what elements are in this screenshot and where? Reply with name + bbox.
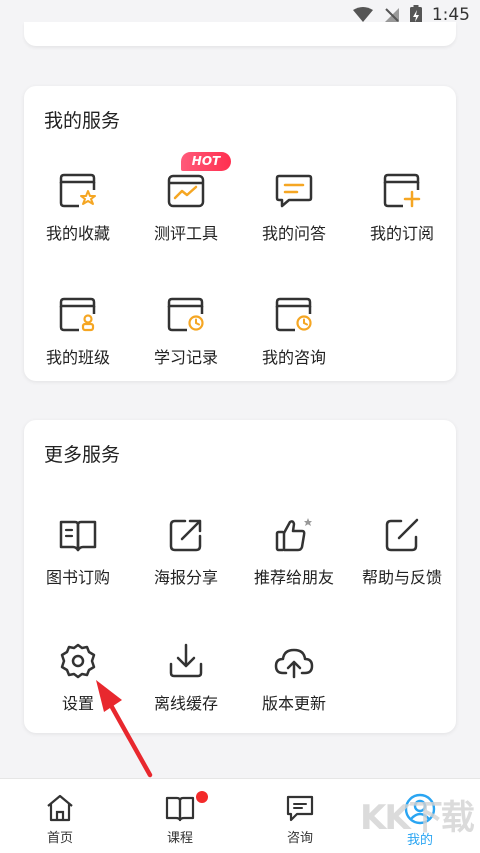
notification-dot — [196, 791, 208, 803]
tab-label: 课程 — [166, 831, 193, 846]
my-services-card: 我的服务 我的收藏 测评工具 我的问答 我的订阅 我的班级 学习记录 我的咨询 — [24, 86, 456, 381]
tab-label: 咨询 — [286, 831, 313, 846]
chat-icon — [286, 795, 314, 822]
wifi-icon — [352, 7, 373, 22]
hot-badge: HOT — [181, 152, 231, 171]
service-my-favorites[interactable]: 我的收藏 — [24, 172, 132, 244]
service-help-feedback[interactable]: 帮助与反馈 — [348, 516, 456, 588]
cloud-upload-icon — [274, 648, 314, 679]
more-services-title: 更多服务 — [44, 444, 121, 466]
gear-icon — [60, 643, 96, 679]
folder-person-icon — [59, 297, 96, 332]
watermark: KK下载 — [360, 798, 475, 838]
tab-label: 首页 — [46, 831, 73, 846]
service-label: 图书订购 — [45, 568, 110, 587]
signal-off-icon — [384, 8, 399, 22]
service-my-subscriptions[interactable]: 我的订阅 — [348, 172, 456, 244]
book-open-icon — [165, 796, 195, 822]
service-label: 离线缓存 — [153, 694, 218, 713]
my-services-title: 我的服务 — [44, 110, 121, 132]
service-my-consultations[interactable]: 我的咨询 — [240, 296, 348, 368]
service-recommend-friends[interactable]: 推荐给朋友 — [240, 516, 348, 588]
folder-plus-icon — [383, 173, 421, 208]
more-services-card: 更多服务 图书订购 海报分享 推荐给朋友 帮助与反馈 设置 离线缓存 版本更新 — [24, 420, 456, 733]
service-label: 海报分享 — [153, 568, 218, 587]
service-label: 推荐给朋友 — [253, 568, 334, 587]
service-version-update[interactable]: 版本更新 — [240, 642, 348, 714]
home-icon — [47, 794, 73, 822]
tab-consult[interactable]: 咨询 — [260, 793, 340, 846]
thumbs-up-icon — [275, 518, 312, 552]
edit-icon — [385, 518, 419, 552]
folder-clock-icon — [275, 297, 312, 332]
service-settings[interactable]: 设置 — [24, 642, 132, 714]
service-offline-cache[interactable]: 离线缓存 — [132, 642, 240, 714]
service-label: 设置 — [61, 694, 94, 713]
service-assessment-tools[interactable]: 测评工具 — [132, 172, 240, 244]
share-arrow-icon — [169, 519, 202, 552]
service-label: 版本更新 — [261, 694, 326, 713]
service-my-class[interactable]: 我的班级 — [24, 296, 132, 368]
service-label: 我的班级 — [45, 348, 110, 367]
service-label: 我的收藏 — [45, 224, 110, 243]
tab-courses[interactable]: 课程 — [140, 793, 220, 846]
book-icon — [59, 520, 97, 552]
tab-home[interactable]: 首页 — [20, 793, 100, 846]
service-label: 我的咨询 — [261, 348, 326, 367]
service-study-records[interactable]: 学习记录 — [132, 296, 240, 368]
service-label: 测评工具 — [153, 224, 218, 243]
service-label: 学习记录 — [153, 348, 218, 367]
download-icon — [169, 643, 203, 678]
service-label: 帮助与反馈 — [361, 568, 442, 587]
previous-card-bottom — [24, 22, 456, 46]
chart-trend-icon — [167, 174, 205, 208]
service-book-order[interactable]: 图书订购 — [24, 516, 132, 588]
folder-clock-icon — [167, 297, 204, 332]
service-poster-share[interactable]: 海报分享 — [132, 516, 240, 588]
service-label: 我的问答 — [261, 224, 326, 243]
service-my-qa[interactable]: 我的问答 — [240, 172, 348, 244]
chat-lines-icon — [275, 174, 313, 208]
service-label: 我的订阅 — [369, 224, 434, 243]
folder-star-icon — [59, 173, 96, 208]
